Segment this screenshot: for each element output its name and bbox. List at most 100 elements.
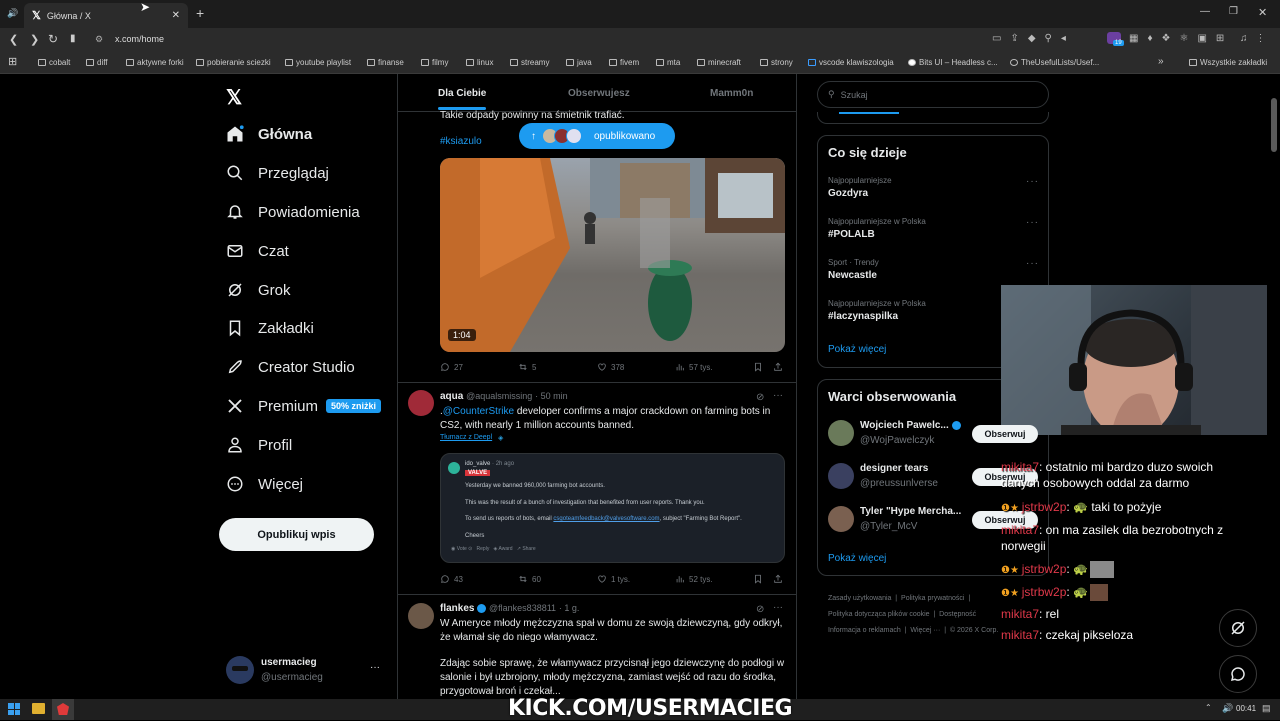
window-close-button[interactable]: ✕ bbox=[1258, 6, 1267, 19]
bookmark-item[interactable]: aktywne forki bbox=[126, 58, 184, 67]
bookmark-item[interactable]: strony bbox=[760, 58, 793, 67]
grok-icon[interactable]: ⊘ bbox=[756, 604, 764, 615]
trend-item[interactable]: Sport · Trendy Newcastle bbox=[828, 258, 879, 281]
site-info-icon[interactable]: ⚙ bbox=[95, 34, 103, 45]
nav-creator-studio[interactable]: Creator Studio bbox=[226, 355, 355, 379]
nav-chat[interactable]: Czat bbox=[226, 239, 289, 263]
author-name[interactable]: aqua bbox=[440, 391, 463, 402]
follow-button[interactable]: Obserwuj bbox=[972, 425, 1038, 443]
post-time[interactable]: · 1 g. bbox=[559, 603, 580, 613]
bookmark-page-icon[interactable]: ▮ bbox=[70, 33, 76, 44]
suggested-name[interactable]: designer tears bbox=[860, 463, 928, 474]
tab-close-icon[interactable]: ✕ bbox=[172, 10, 180, 21]
footer-link[interactable]: Polityka prywatności bbox=[901, 595, 964, 602]
forward-button[interactable]: ❯ bbox=[30, 33, 39, 46]
tab-following[interactable]: Obserwujesz bbox=[568, 88, 630, 99]
avatar[interactable] bbox=[828, 420, 854, 446]
reply-button[interactable]: 27 bbox=[440, 362, 463, 372]
share-button[interactable] bbox=[773, 574, 783, 584]
nav-home[interactable]: Główna bbox=[226, 122, 312, 146]
nav-grok[interactable]: Grok bbox=[226, 278, 291, 302]
tab-audio-icon[interactable]: 🔊 bbox=[7, 8, 18, 19]
tray-chevron-icon[interactable]: ⌃ bbox=[1205, 703, 1212, 712]
tab-list[interactable]: Mamm0n bbox=[710, 88, 753, 99]
bookmark-item[interactable]: java bbox=[566, 58, 592, 67]
extension-icons-2[interactable]: ▦♦❖⚛▣⊞ bbox=[1129, 33, 1233, 44]
page-scrollbar[interactable] bbox=[1271, 98, 1277, 152]
bookmark-item[interactable]: diff bbox=[86, 58, 108, 67]
footer-link[interactable]: Dostępność bbox=[939, 611, 976, 618]
author-handle[interactable]: @aqualsmissing bbox=[466, 391, 532, 401]
views-button[interactable]: 52 tys. bbox=[675, 574, 713, 584]
views-button[interactable]: 57 tys. bbox=[675, 362, 713, 372]
trend-item[interactable]: Najpopularniejsze Gozdyra bbox=[828, 176, 892, 199]
restore-button[interactable]: ❐ bbox=[1229, 6, 1238, 17]
bookmark-item[interactable]: cobalt bbox=[38, 58, 70, 67]
bookmark-item[interactable]: fivem bbox=[609, 58, 639, 67]
avatar[interactable] bbox=[408, 390, 434, 416]
translate-link[interactable]: Tłumacz z Deepl bbox=[440, 434, 492, 441]
repost-button[interactable]: 5 bbox=[518, 362, 536, 372]
new-posts-pill[interactable]: ↑ opublikowano bbox=[519, 123, 675, 149]
speaker-icon[interactable]: 🔊 bbox=[1222, 703, 1233, 714]
start-button[interactable] bbox=[8, 703, 20, 715]
trend-menu-icon[interactable]: ··· bbox=[1026, 258, 1039, 269]
trend-menu-icon[interactable]: ··· bbox=[1026, 176, 1039, 187]
url-field[interactable]: x.com/home bbox=[115, 34, 164, 44]
bookmark-item[interactable]: youtube playlist bbox=[285, 58, 351, 67]
bookmarks-overflow-icon[interactable]: » bbox=[1158, 56, 1164, 67]
bookmark-item[interactable]: minecraft bbox=[697, 58, 741, 67]
bookmark-button[interactable] bbox=[753, 362, 763, 372]
minimize-button[interactable]: — bbox=[1200, 6, 1210, 17]
bookmark-item[interactable]: TheUsefulLists/Usef... bbox=[1010, 58, 1099, 67]
nav-more[interactable]: Więcej bbox=[226, 472, 303, 496]
avatar[interactable] bbox=[828, 506, 854, 532]
system-clock[interactable]: 00:41 bbox=[1236, 704, 1256, 713]
bookmark-button[interactable] bbox=[753, 574, 763, 584]
menu-icons[interactable]: ♫⋮ bbox=[1240, 33, 1274, 44]
avatar[interactable] bbox=[226, 656, 254, 684]
taskbar-app-active[interactable] bbox=[52, 699, 74, 720]
x-logo-icon[interactable]: 𝕏 bbox=[226, 85, 242, 110]
post-menu-icon[interactable]: ··· bbox=[773, 390, 783, 401]
account-menu-icon[interactable]: ··· bbox=[370, 662, 380, 673]
hashtag-link[interactable]: #ksiazulo bbox=[440, 136, 482, 147]
footer-link[interactable]: Informacja o reklamach bbox=[828, 627, 901, 634]
reload-button[interactable]: ↻ bbox=[48, 32, 58, 46]
author-name[interactable]: flankes bbox=[440, 603, 474, 614]
show-more-link[interactable]: Pokaż więcej bbox=[828, 553, 886, 564]
bookmark-item[interactable]: pobieranie sciezki bbox=[196, 58, 271, 67]
new-tab-button[interactable]: + bbox=[196, 5, 204, 21]
messages-floating-button[interactable] bbox=[1219, 655, 1257, 693]
file-explorer-icon[interactable] bbox=[32, 703, 45, 714]
bookmark-item[interactable]: linux bbox=[466, 58, 493, 67]
repost-button[interactable]: 60 bbox=[518, 574, 541, 584]
suggested-name[interactable]: Wojciech Pawelc... bbox=[860, 420, 961, 431]
tab-for-you[interactable]: Dla Ciebie bbox=[438, 88, 486, 99]
nav-bookmarks[interactable]: Zakładki bbox=[226, 316, 314, 340]
footer-link[interactable]: Zasady użytkowania bbox=[828, 595, 891, 602]
grok-icon[interactable]: ⊘ bbox=[756, 392, 764, 403]
footer-link[interactable]: Więcej ··· bbox=[910, 627, 940, 634]
bookmark-item[interactable]: filmy bbox=[421, 58, 448, 67]
bookmark-item[interactable]: mta bbox=[656, 58, 680, 67]
bookmark-item[interactable]: finanse bbox=[367, 58, 404, 67]
trend-item[interactable]: Najpopularniejsze w Polska #POLALB bbox=[828, 217, 926, 240]
browser-tab[interactable]: 𝕏 Główna / X ✕ bbox=[24, 3, 188, 28]
apps-grid-icon[interactable]: ⊞ bbox=[8, 55, 17, 68]
search-input[interactable]: ⚲ Szukaj bbox=[817, 81, 1049, 108]
share-button[interactable] bbox=[773, 362, 783, 372]
reply-button[interactable]: 43 bbox=[440, 574, 463, 584]
bookmark-item[interactable]: Bits UI – Headless c... bbox=[908, 58, 998, 67]
bookmark-item[interactable]: streamy bbox=[510, 58, 549, 67]
avatar[interactable] bbox=[408, 603, 434, 629]
bookmark-item[interactable]: vscode klawiszologia bbox=[808, 58, 894, 67]
embedded-image[interactable]: ido_valve · 2h ago VALVE Yesterday we ba… bbox=[440, 453, 785, 563]
post-menu-icon[interactable]: ··· bbox=[773, 602, 783, 613]
suggested-name[interactable]: Tyler "Hype Mercha... bbox=[860, 506, 961, 517]
all-bookmarks[interactable]: Wszystkie zakładki bbox=[1189, 58, 1267, 67]
nav-explore[interactable]: Przeglądaj bbox=[226, 161, 329, 185]
nav-profile[interactable]: Profil bbox=[226, 433, 292, 457]
post-video[interactable]: 1:04 bbox=[440, 158, 785, 352]
post-time[interactable]: · 50 min bbox=[535, 391, 568, 401]
